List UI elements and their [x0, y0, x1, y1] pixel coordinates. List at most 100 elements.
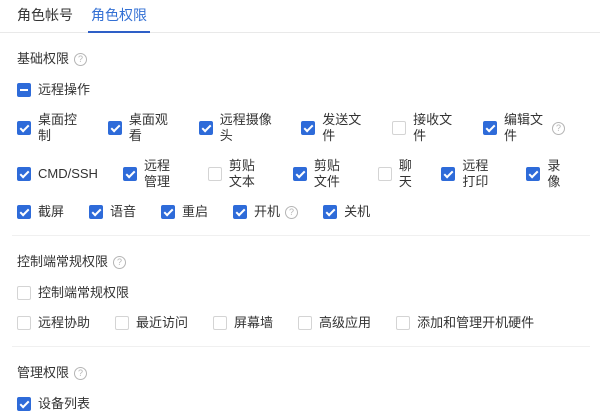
checkbox-item[interactable]: 编辑文件? — [483, 112, 565, 144]
checkbox-label: 聊天 — [399, 158, 417, 190]
checkbox-item[interactable]: 截屏 — [17, 204, 64, 220]
tab-role-permissions[interactable]: 角色权限 — [90, 0, 148, 32]
checkbox-item[interactable]: 远程打印 — [441, 158, 501, 190]
checkbox-label: 屏幕墙 — [234, 315, 273, 331]
checkbox-label: 桌面观看 — [129, 112, 174, 144]
help-icon[interactable]: ? — [74, 53, 87, 66]
checkbox[interactable] — [483, 121, 497, 135]
checkbox-label: 远程协助 — [38, 315, 90, 331]
checkbox-label: CMD/SSH — [38, 166, 98, 182]
checkbox-label: 远程操作 — [38, 82, 90, 98]
checkbox-item[interactable]: 聊天 — [378, 158, 417, 190]
section-title-label: 控制端常规权限 — [17, 253, 108, 271]
checkbox[interactable] — [161, 205, 175, 219]
checkbox-label: 录像 — [547, 158, 565, 190]
checkbox-label: 接收文件 — [413, 112, 458, 144]
checkbox[interactable] — [108, 121, 122, 135]
checkbox-label: 重启 — [182, 204, 208, 220]
checkbox-item[interactable]: 远程操作 — [17, 82, 90, 98]
checkbox-item[interactable]: 发送文件 — [301, 112, 367, 144]
checkbox[interactable] — [392, 121, 406, 135]
checkbox-label: 远程打印 — [462, 158, 501, 190]
checkbox-item[interactable]: 远程管理 — [123, 158, 183, 190]
checkbox-item[interactable]: 桌面观看 — [108, 112, 174, 144]
checkbox[interactable] — [213, 316, 227, 330]
checkbox-item[interactable]: CMD/SSH — [17, 166, 98, 182]
checkbox[interactable] — [208, 167, 222, 181]
checkbox-label: 截屏 — [38, 204, 64, 220]
checkbox-row: 设备列表 — [17, 396, 590, 412]
checkbox[interactable] — [298, 316, 312, 330]
section-title-label: 基础权限 — [17, 50, 69, 68]
checkbox[interactable] — [293, 167, 307, 181]
checkbox-label: 编辑文件 — [504, 112, 547, 144]
checkbox-label: 剪贴文本 — [229, 158, 268, 190]
checkbox[interactable] — [323, 205, 337, 219]
section-divider — [12, 235, 590, 236]
checkbox[interactable] — [301, 121, 315, 135]
tab-role-account[interactable]: 角色帐号 — [16, 0, 74, 32]
checkbox-label: 桌面控制 — [38, 112, 83, 144]
checkbox-item[interactable]: 最近访问 — [115, 315, 188, 331]
checkbox-item[interactable]: 开机? — [233, 204, 298, 220]
help-icon[interactable]: ? — [113, 256, 126, 269]
checkbox[interactable] — [396, 316, 410, 330]
checkbox[interactable] — [17, 167, 31, 181]
tab-bar: 角色帐号 角色权限 — [0, 0, 600, 33]
checkbox-label: 剪贴文件 — [314, 158, 353, 190]
checkbox[interactable] — [17, 83, 31, 97]
checkbox-item[interactable]: 重启 — [161, 204, 208, 220]
checkbox-row: 截屏 语音 重启 开机? 关机 — [17, 204, 590, 220]
checkbox-label: 开机 — [254, 204, 280, 220]
checkbox[interactable] — [115, 316, 129, 330]
checkbox[interactable] — [17, 205, 31, 219]
checkbox-label: 最近访问 — [136, 315, 188, 331]
checkbox[interactable] — [17, 316, 31, 330]
checkbox-label: 远程管理 — [144, 158, 183, 190]
checkbox-item[interactable]: 设备列表 — [17, 396, 90, 412]
help-icon[interactable]: ? — [285, 206, 298, 219]
section-divider — [12, 346, 590, 347]
checkbox[interactable] — [441, 167, 455, 181]
checkbox[interactable] — [199, 121, 213, 135]
checkbox[interactable] — [89, 205, 103, 219]
checkbox[interactable] — [123, 167, 137, 181]
checkbox-item[interactable]: 屏幕墙 — [213, 315, 273, 331]
checkbox-item[interactable]: 添加和管理开机硬件 — [396, 315, 534, 331]
checkbox-item[interactable]: 剪贴文本 — [208, 158, 268, 190]
checkbox-item[interactable]: 高级应用 — [298, 315, 371, 331]
checkbox-label: 控制端常规权限 — [38, 285, 129, 301]
checkbox-item[interactable]: 远程摄像头 — [199, 112, 277, 144]
checkbox-row: 远程协助 最近访问 屏幕墙 高级应用 添加和管理开机硬件 — [17, 315, 590, 331]
checkbox-item[interactable]: 剪贴文件 — [293, 158, 353, 190]
checkbox-row: 控制端常规权限 — [17, 285, 590, 301]
checkbox-item[interactable]: 远程协助 — [17, 315, 90, 331]
checkbox[interactable] — [233, 205, 247, 219]
section-title: 基础权限? — [17, 50, 590, 68]
checkbox-label: 关机 — [344, 204, 370, 220]
checkbox[interactable] — [526, 167, 540, 181]
help-icon[interactable]: ? — [552, 122, 565, 135]
checkbox-item[interactable]: 桌面控制 — [17, 112, 83, 144]
checkbox-item[interactable]: 控制端常规权限 — [17, 285, 129, 301]
checkbox-item[interactable]: 关机 — [323, 204, 370, 220]
checkbox-label: 设备列表 — [38, 396, 90, 412]
checkbox-item[interactable]: 接收文件 — [392, 112, 458, 144]
checkbox-label: 语音 — [110, 204, 136, 220]
checkbox-item[interactable]: 录像 — [526, 158, 565, 190]
checkbox[interactable] — [17, 397, 31, 411]
checkbox-label: 添加和管理开机硬件 — [417, 315, 534, 331]
section-title-label: 管理权限 — [17, 364, 69, 382]
checkbox-label: 发送文件 — [322, 112, 367, 144]
checkbox-row: CMD/SSH 远程管理 剪贴文本 剪贴文件 聊天 远程打印 录像 — [17, 158, 590, 190]
checkbox[interactable] — [378, 167, 392, 181]
permissions-panel: 基础权限?远程操作桌面控制桌面观看远程摄像头发送文件接收文件编辑文件?CMD/S… — [0, 50, 600, 417]
checkbox-label: 高级应用 — [319, 315, 371, 331]
help-icon[interactable]: ? — [74, 367, 87, 380]
checkbox-label: 远程摄像头 — [220, 112, 277, 144]
checkbox-row: 远程操作 — [17, 82, 590, 98]
checkbox[interactable] — [17, 121, 31, 135]
checkbox[interactable] — [17, 286, 31, 300]
checkbox-row: 桌面控制桌面观看远程摄像头发送文件接收文件编辑文件? — [17, 112, 590, 144]
checkbox-item[interactable]: 语音 — [89, 204, 136, 220]
